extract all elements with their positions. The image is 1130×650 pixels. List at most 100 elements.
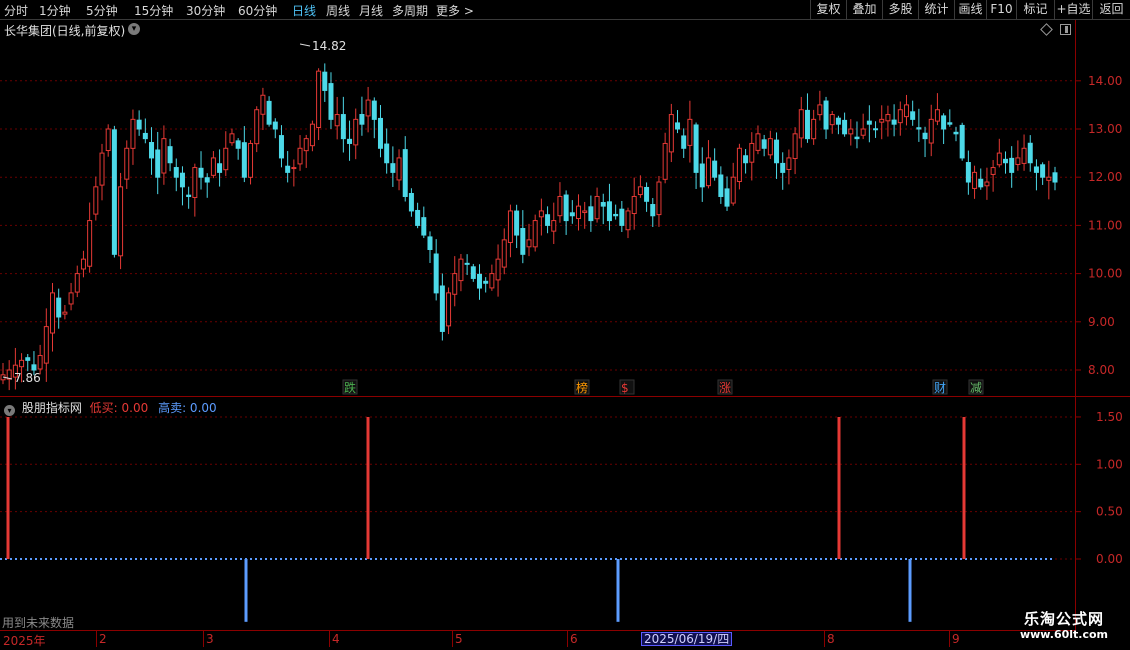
candle-down	[569, 212, 575, 217]
candle-up	[811, 118, 817, 140]
candle-up	[458, 258, 464, 282]
chevron-down-icon[interactable]: ▾	[4, 405, 15, 416]
candlestick-chart[interactable]: 14.00 13.00 12.00 11.00 10.00 9.00 8.00 14.82 7.…	[0, 20, 1130, 396]
cursor-date-label: 2025/06/19/四	[641, 632, 733, 646]
candle-down	[712, 160, 718, 178]
low-buy-value: 低买: 0.00	[89, 401, 149, 415]
candle-down	[328, 83, 334, 120]
candle-down	[155, 149, 161, 178]
candle-down	[25, 357, 31, 361]
candle-up	[625, 210, 631, 231]
candle-up	[934, 109, 940, 122]
f10-button[interactable]: F10	[986, 0, 1016, 20]
event-marker[interactable]: 榜	[574, 379, 590, 395]
event-marker-label: 跌	[344, 380, 356, 395]
candle-down	[1052, 172, 1058, 183]
candle-up	[755, 133, 761, 151]
candle-down	[724, 188, 730, 207]
adjust-button[interactable]: 复权	[810, 0, 846, 20]
period-tab-timeshare[interactable]: 分时	[4, 2, 28, 19]
period-tab-30min[interactable]: 30分钟	[186, 2, 225, 19]
stats-button[interactable]: 统计	[918, 0, 954, 20]
stock-title: 长华集团(日线,前复权)	[4, 24, 126, 38]
candle-up	[538, 210, 544, 218]
candle-up	[532, 220, 538, 248]
back-button[interactable]: 返回	[1092, 0, 1130, 20]
event-marker[interactable]: $	[619, 379, 635, 395]
period-tab-1min[interactable]: 1分钟	[39, 2, 71, 19]
candle-up	[990, 167, 996, 175]
candle-down	[136, 119, 142, 130]
indicator-chart[interactable]: 1.50 1.00 0.50 0.00	[0, 397, 1130, 631]
candle-up	[928, 118, 934, 144]
candle-down	[359, 114, 365, 125]
candle-down	[179, 172, 185, 188]
candle-up	[897, 109, 903, 124]
date-label: 5	[455, 632, 463, 646]
period-tab-60min[interactable]: 60分钟	[238, 2, 277, 19]
draw-line-button[interactable]: 画线	[954, 0, 986, 20]
period-tab-multi[interactable]: 多周期	[392, 2, 428, 19]
candle-down	[520, 228, 526, 255]
candle-down	[377, 117, 383, 149]
candle-down	[433, 253, 439, 294]
date-label: 3	[206, 632, 214, 646]
candle-up	[829, 114, 835, 126]
candle-down	[644, 186, 650, 202]
candle-down	[613, 213, 619, 217]
event-marker[interactable]: 跌	[342, 379, 358, 395]
high-price-label: 14.82	[312, 39, 346, 53]
overlay-button[interactable]: 叠加	[846, 0, 882, 20]
multi-stock-button[interactable]: 多股	[882, 0, 918, 20]
watermark-title: 乐淘公式网	[1023, 610, 1104, 628]
indicator-panel[interactable]: 1.50 1.00 0.50 0.00	[0, 396, 1130, 630]
candle-up	[316, 70, 322, 128]
candle-up	[557, 195, 563, 217]
price-tick-label: 14.00	[1088, 74, 1122, 88]
candle-up	[662, 142, 668, 180]
event-marker[interactable]: 涨	[717, 379, 733, 395]
mark-button[interactable]: 标记	[1016, 0, 1054, 20]
candle-down	[978, 178, 984, 188]
event-marker[interactable]: 减	[968, 379, 984, 395]
indicator-tick-label: 0.00	[1096, 552, 1123, 566]
period-tab-monthly[interactable]: 月线	[359, 2, 383, 19]
candle-up	[972, 171, 978, 189]
candle-up	[489, 273, 495, 289]
price-chart-panel[interactable]: 14.00 13.00 12.00 11.00 10.00 9.00 8.00 14.82 7.…	[0, 20, 1130, 396]
candle-down	[545, 214, 551, 226]
date-tick	[567, 631, 568, 647]
candle-down	[235, 140, 241, 149]
period-tab-weekly[interactable]: 周线	[326, 2, 350, 19]
candle-up	[507, 210, 513, 243]
candle-down	[866, 120, 872, 125]
candle-up	[309, 123, 315, 147]
period-tab-daily[interactable]: 日线	[292, 2, 316, 19]
candle-down	[204, 177, 210, 183]
candle-up	[229, 133, 235, 144]
candle-up	[303, 138, 309, 152]
candle-up	[68, 292, 74, 305]
candle-up	[984, 181, 990, 187]
chevron-down-icon[interactable]: ▾	[128, 23, 140, 35]
period-tab-5min[interactable]: 5分钟	[86, 2, 118, 19]
candle-up	[879, 118, 885, 123]
candle-down	[563, 194, 569, 222]
period-tab-15min[interactable]: 15分钟	[134, 2, 173, 19]
candle-up	[792, 133, 798, 160]
candle-up	[99, 152, 105, 186]
candle-up	[446, 292, 452, 327]
add-watchlist-button[interactable]: +自选	[1054, 0, 1092, 20]
candle-down	[111, 129, 117, 255]
panel-toggle-icon[interactable]	[1060, 24, 1071, 35]
candle-down	[371, 100, 377, 120]
indicator-name[interactable]: 股朋指标网	[22, 401, 82, 415]
candle-down	[322, 71, 328, 91]
candle-down	[173, 167, 179, 178]
period-tab-more[interactable]: 更多 >	[436, 2, 474, 19]
candle-down	[347, 138, 353, 144]
candle-up	[582, 210, 588, 213]
candle-up	[749, 142, 755, 163]
candle-down	[619, 208, 625, 226]
event-marker[interactable]: 财	[932, 379, 948, 395]
